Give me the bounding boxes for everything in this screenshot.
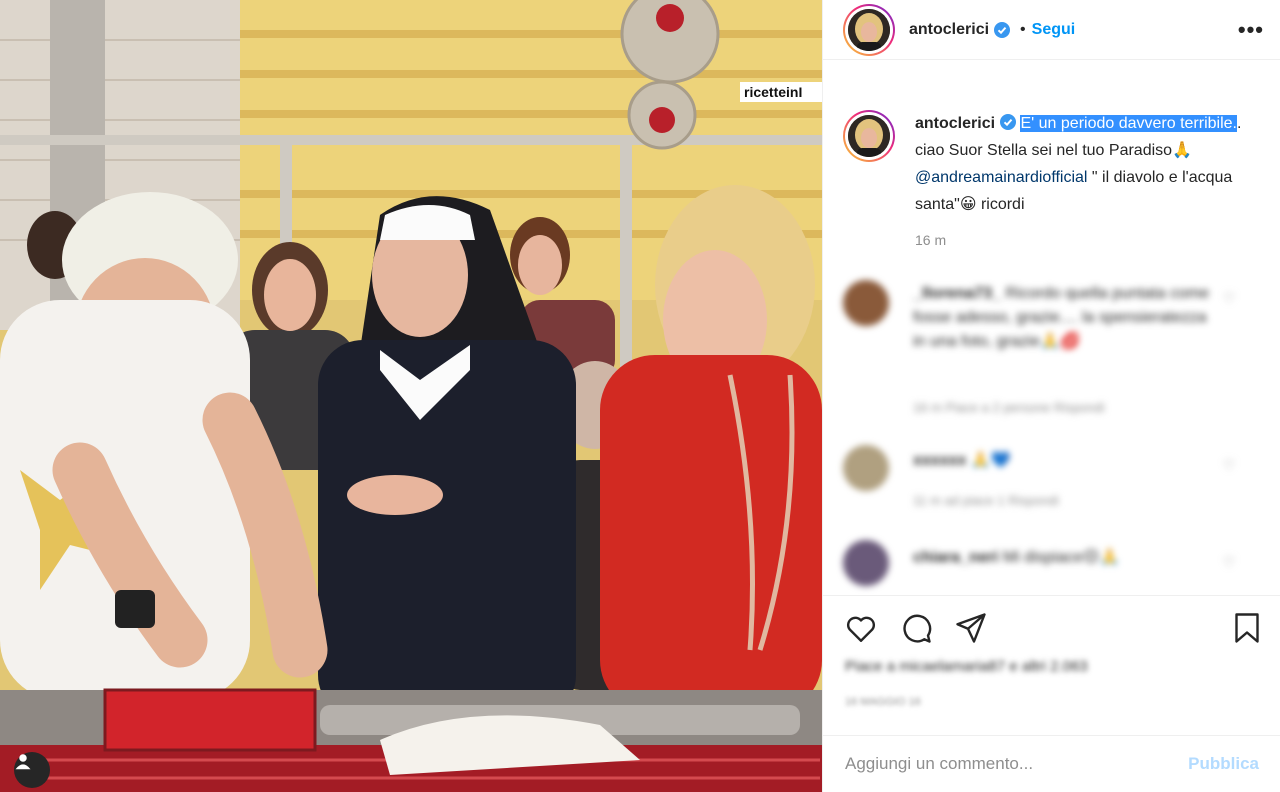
caption-story-ring[interactable] <box>843 110 895 162</box>
caption-highlighted-text: E' un periodo davvero terribile. <box>1020 115 1237 132</box>
post-actions: Piace a micaelamaria87 e altri 2.063 16 … <box>823 595 1280 735</box>
comment-item: chiara_neri Mi dispiace😔🙏 ♡ <box>843 540 1243 590</box>
likes-count[interactable]: Piace a micaelamaria87 e altri 2.063 <box>845 658 1088 675</box>
story-ring[interactable] <box>843 3 895 56</box>
comment-text: 🙏💙 <box>970 452 1011 469</box>
send-icon <box>956 613 986 643</box>
mention-link[interactable]: @andreamainardiofficial <box>915 169 1087 186</box>
post-image[interactable]: ricetteinI <box>0 0 822 792</box>
comment-like-icon[interactable]: ♡ <box>1223 554 1236 571</box>
comment-username[interactable]: _llorena73_ <box>913 285 1001 302</box>
comment-bubble-icon <box>903 614 932 643</box>
post-header: antoclerici • Segui ••• <box>823 0 1280 60</box>
more-options-button[interactable]: ••• <box>1238 17 1264 43</box>
add-comment-bar: Pubblica <box>823 735 1280 792</box>
caption: antoclerici E' un periodo davvero terrib… <box>843 110 1263 218</box>
caption-timestamp: 16 m <box>915 232 947 248</box>
comment-like-icon[interactable]: ♡ <box>1223 290 1236 307</box>
share-button[interactable] <box>953 610 989 646</box>
heart-icon <box>847 616 875 642</box>
publish-button[interactable]: Pubblica <box>1188 754 1259 774</box>
comment-text: Mi dispiace😔🙏 <box>1002 549 1120 566</box>
comment-item: xxxxxx 🙏💙 11 m ad piace 1 Rispondi ♡ <box>843 445 1243 508</box>
comment-username[interactable]: chiara_neri <box>913 549 998 566</box>
comment-meta: 11 m ad piace 1 Rispondi <box>913 493 1059 508</box>
bookmark-icon <box>1235 613 1259 643</box>
comment-meta: 16 m Piace a 2 persone Rispondi <box>913 400 1105 415</box>
caption-avatar <box>848 115 890 157</box>
like-button[interactable] <box>843 610 879 646</box>
comment-button[interactable] <box>898 610 934 646</box>
comment-avatar[interactable] <box>843 445 889 491</box>
caption-text: antoclerici E' un periodo davvero terrib… <box>915 110 1245 218</box>
comment-like-icon[interactable]: ♡ <box>1223 457 1236 474</box>
verified-badge-icon <box>1000 114 1017 130</box>
caption-username[interactable]: antoclerici <box>915 115 995 132</box>
tv-studio-photo <box>0 0 822 792</box>
comment-input[interactable] <box>845 754 1189 774</box>
header-username[interactable]: antoclerici <box>909 21 989 39</box>
comment-item: _llorena73_ Ricordo quella puntata come … <box>843 280 1243 415</box>
comment-avatar[interactable] <box>843 280 889 326</box>
user-tag-icon <box>15 754 31 770</box>
follow-button[interactable]: Segui <box>1032 21 1076 39</box>
comment-avatar[interactable] <box>843 540 889 586</box>
verified-badge-icon <box>994 21 1011 38</box>
comment-username[interactable]: xxxxxx <box>913 452 966 469</box>
avatar <box>848 8 890 51</box>
watermark-text: ricetteinI <box>740 82 822 102</box>
post-side-panel: antoclerici • Segui ••• antoclerici E' u… <box>822 0 1280 792</box>
save-button[interactable] <box>1229 610 1265 646</box>
separator-dot: • <box>1020 20 1026 38</box>
user-tag-button[interactable] <box>14 752 50 788</box>
post-date: 16 MAGGIO 16 <box>845 696 921 708</box>
